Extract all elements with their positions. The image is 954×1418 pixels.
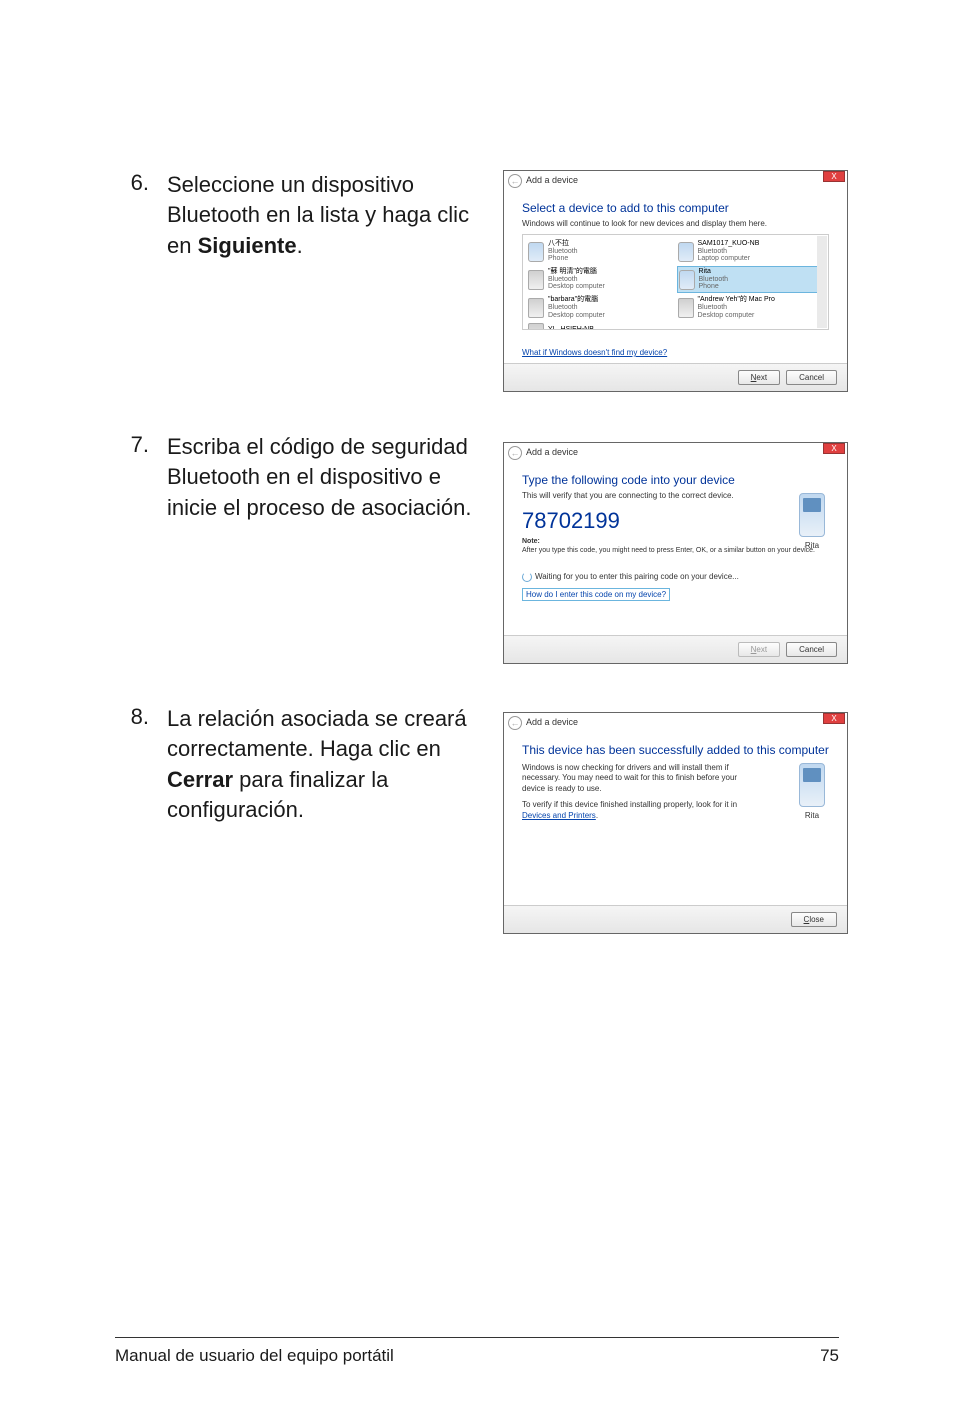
- step-number: 6.: [115, 170, 149, 196]
- dialog-title-small: Add a device: [526, 447, 578, 457]
- dialog-subline: This will verify that you are connecting…: [522, 491, 829, 500]
- page-number: 75: [820, 1346, 839, 1366]
- footer-title: Manual de usuario del equipo portátil: [115, 1346, 394, 1366]
- step-text: Seleccione un dispositivo Bluetooth en l…: [167, 170, 477, 261]
- dialog-heading: Select a device to add to this computer: [522, 201, 829, 215]
- back-icon[interactable]: ←: [508, 174, 522, 188]
- scrollbar[interactable]: [817, 236, 827, 328]
- add-device-dialog-code: X ← Add a device Type the following code…: [503, 442, 848, 664]
- device-item[interactable]: YL_HSIEH-NBBluetooth: [527, 322, 675, 330]
- device-item[interactable]: SAM1017_KUO-NBBluetoothLaptop computer: [677, 239, 825, 264]
- next-button: Next: [738, 642, 780, 657]
- phone-icon: [799, 493, 825, 537]
- device-name-label: Rita: [797, 541, 827, 550]
- add-device-dialog-success: X ← Add a device This device has been su…: [503, 712, 848, 934]
- pairing-code: 78702199: [522, 508, 829, 534]
- desktop-icon: [678, 298, 694, 318]
- note-label: Note:: [522, 538, 540, 545]
- step-number: 8.: [115, 704, 149, 730]
- desktop-icon: [528, 270, 544, 290]
- next-button[interactable]: Next: [738, 370, 780, 385]
- device-item-selected[interactable]: RitaBluetoothPhone: [677, 266, 825, 293]
- phone-icon: [799, 763, 825, 807]
- laptop-icon: [528, 323, 544, 330]
- back-icon[interactable]: ←: [508, 446, 522, 460]
- dialog-subline: Windows will continue to look for new de…: [522, 219, 829, 228]
- phone-icon: [679, 270, 695, 290]
- device-item[interactable]: 八不拉BluetoothPhone: [527, 239, 675, 264]
- success-para1: Windows is now checking for drivers and …: [522, 763, 762, 794]
- device-item[interactable]: "蘇 明清"的電腦BluetoothDesktop computer: [527, 266, 675, 293]
- close-button[interactable]: Close: [791, 912, 837, 927]
- laptop-icon: [678, 242, 694, 262]
- device-item[interactable]: "barbara"的電腦BluetoothDesktop computer: [527, 295, 675, 320]
- step-text: La relación asociada se creará correctam…: [167, 704, 477, 825]
- dialog-title-small: Add a device: [526, 717, 578, 727]
- dialog-heading: Type the following code into your device: [522, 473, 829, 487]
- devices-printers-link[interactable]: Devices and Printers: [522, 811, 596, 820]
- note-text: After you type this code, you might need…: [522, 547, 829, 554]
- help-link[interactable]: How do I enter this code on my device?: [522, 588, 670, 601]
- waiting-text: Waiting for you to enter this pairing co…: [535, 572, 739, 581]
- dialog-title-small: Add a device: [526, 175, 578, 185]
- help-link[interactable]: What if Windows doesn't find my device?: [522, 348, 667, 357]
- device-item[interactable]: "Andrew Yeh"的 Mac ProBluetoothDesktop co…: [677, 295, 825, 320]
- success-para2: To verify if this device finished instal…: [522, 800, 762, 821]
- device-list: 八不拉BluetoothPhone SAM1017_KUO-NBBluetoot…: [522, 234, 829, 330]
- add-device-dialog-select: X ← Add a device Select a device to add …: [503, 170, 848, 392]
- back-icon[interactable]: ←: [508, 716, 522, 730]
- desktop-icon: [528, 298, 544, 318]
- phone-icon: [528, 242, 544, 262]
- cancel-button[interactable]: Cancel: [786, 370, 837, 385]
- spinner-icon: [522, 572, 532, 582]
- step-number: 7.: [115, 432, 149, 458]
- step-text: Escriba el código de seguridad Bluetooth…: [167, 432, 477, 523]
- device-name-label: Rita: [797, 811, 827, 820]
- dialog-heading: This device has been successfully added …: [522, 743, 829, 757]
- cancel-button[interactable]: Cancel: [786, 642, 837, 657]
